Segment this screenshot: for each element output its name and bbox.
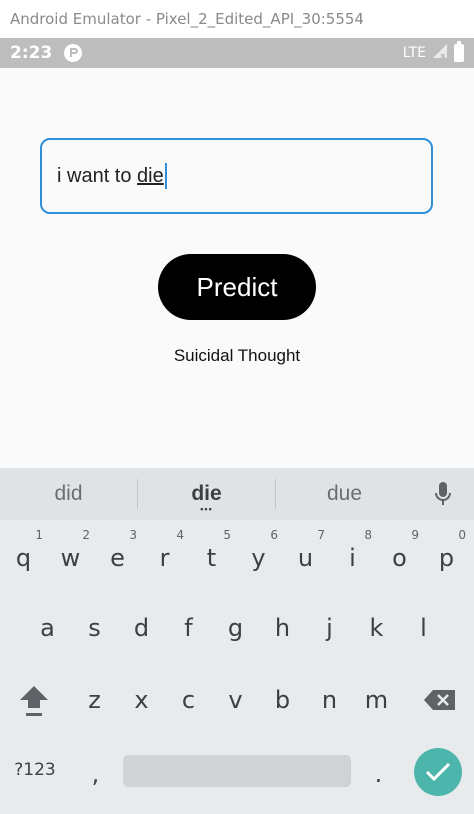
key-g[interactable]: g xyxy=(212,614,259,642)
app-notification-icon xyxy=(64,44,83,62)
key-e[interactable]: 3e xyxy=(94,528,141,572)
key-n[interactable]: n xyxy=(306,686,353,714)
key-label: y xyxy=(251,544,266,572)
input-text-prefix: i want to xyxy=(57,164,138,187)
key-num: 5 xyxy=(223,528,231,542)
status-bar: 2:23 LTE xyxy=(0,38,474,68)
suggestion-middle[interactable]: die xyxy=(138,482,275,514)
key-i[interactable]: 8i xyxy=(329,528,376,572)
comma-key[interactable]: , xyxy=(72,760,119,788)
done-button[interactable] xyxy=(414,748,462,796)
key-label: i xyxy=(349,544,356,572)
key-t[interactable]: 5t xyxy=(188,528,235,572)
key-q[interactable]: 1q xyxy=(0,528,47,572)
key-b[interactable]: b xyxy=(259,686,306,714)
battery-icon xyxy=(454,41,464,62)
key-v[interactable]: v xyxy=(212,686,259,714)
key-c[interactable]: c xyxy=(165,686,212,714)
text-input[interactable]: i want to die xyxy=(40,138,433,214)
key-j[interactable]: j xyxy=(306,614,353,642)
suggestion-strip: did die due xyxy=(0,468,474,520)
key-p[interactable]: 0p xyxy=(423,528,470,572)
key-label: p xyxy=(438,544,455,572)
check-icon xyxy=(425,762,451,782)
key-r[interactable]: 4r xyxy=(141,528,188,572)
key-label: o xyxy=(392,544,407,572)
key-label: t xyxy=(206,544,217,572)
key-num: 9 xyxy=(411,528,419,542)
key-label: r xyxy=(159,544,170,572)
key-o[interactable]: 9o xyxy=(376,528,423,572)
key-num: 3 xyxy=(129,528,137,542)
key-label: w xyxy=(60,544,81,572)
key-num: 2 xyxy=(82,528,90,542)
key-m[interactable]: m xyxy=(353,686,400,714)
key-h[interactable]: h xyxy=(259,614,306,642)
predict-button[interactable]: Predict xyxy=(158,254,316,320)
key-l[interactable]: l xyxy=(400,614,447,642)
key-num: 1 xyxy=(35,528,43,542)
soft-keyboard: did die due 1q 2w 3e 4r 5t 6y 7u 8i 9o 0… xyxy=(0,468,474,814)
key-y[interactable]: 6y xyxy=(235,528,282,572)
key-a[interactable]: a xyxy=(24,614,71,642)
key-s[interactable]: s xyxy=(71,614,118,642)
status-time: 2:23 xyxy=(10,43,53,63)
symbols-key[interactable]: ?123 xyxy=(10,760,60,780)
key-w[interactable]: 2w xyxy=(47,528,94,572)
key-x[interactable]: x xyxy=(118,686,165,714)
key-label: u xyxy=(297,544,314,572)
key-label: q xyxy=(15,544,32,572)
key-label: e xyxy=(110,544,125,572)
key-f[interactable]: f xyxy=(165,614,212,642)
text-caret xyxy=(164,163,167,189)
suggestion-left[interactable]: did xyxy=(0,482,137,506)
key-num: 0 xyxy=(458,528,466,542)
suggestion-right[interactable]: due xyxy=(276,482,413,506)
network-type: LTE xyxy=(402,45,426,61)
key-num: 8 xyxy=(364,528,372,542)
app-content: i want to die Predict Suicidal Thought xyxy=(0,68,474,468)
mic-icon[interactable] xyxy=(413,481,473,507)
prediction-result: Suicidal Thought xyxy=(173,346,301,365)
key-k[interactable]: k xyxy=(353,614,400,642)
signal-icon xyxy=(432,43,448,63)
emulator-window-title: Android Emulator - Pixel_2_Edited_API_30… xyxy=(0,0,474,38)
key-z[interactable]: z xyxy=(71,686,118,714)
key-d[interactable]: d xyxy=(118,614,165,642)
key-num: 4 xyxy=(176,528,184,542)
key-num: 6 xyxy=(270,528,278,542)
backspace-icon[interactable] xyxy=(416,688,463,718)
shift-icon[interactable] xyxy=(10,682,57,724)
space-bar[interactable] xyxy=(123,755,351,787)
period-key[interactable]: . xyxy=(355,760,402,788)
key-u[interactable]: 7u xyxy=(282,528,329,572)
input-current-word: die xyxy=(137,164,164,187)
key-num: 7 xyxy=(317,528,325,542)
